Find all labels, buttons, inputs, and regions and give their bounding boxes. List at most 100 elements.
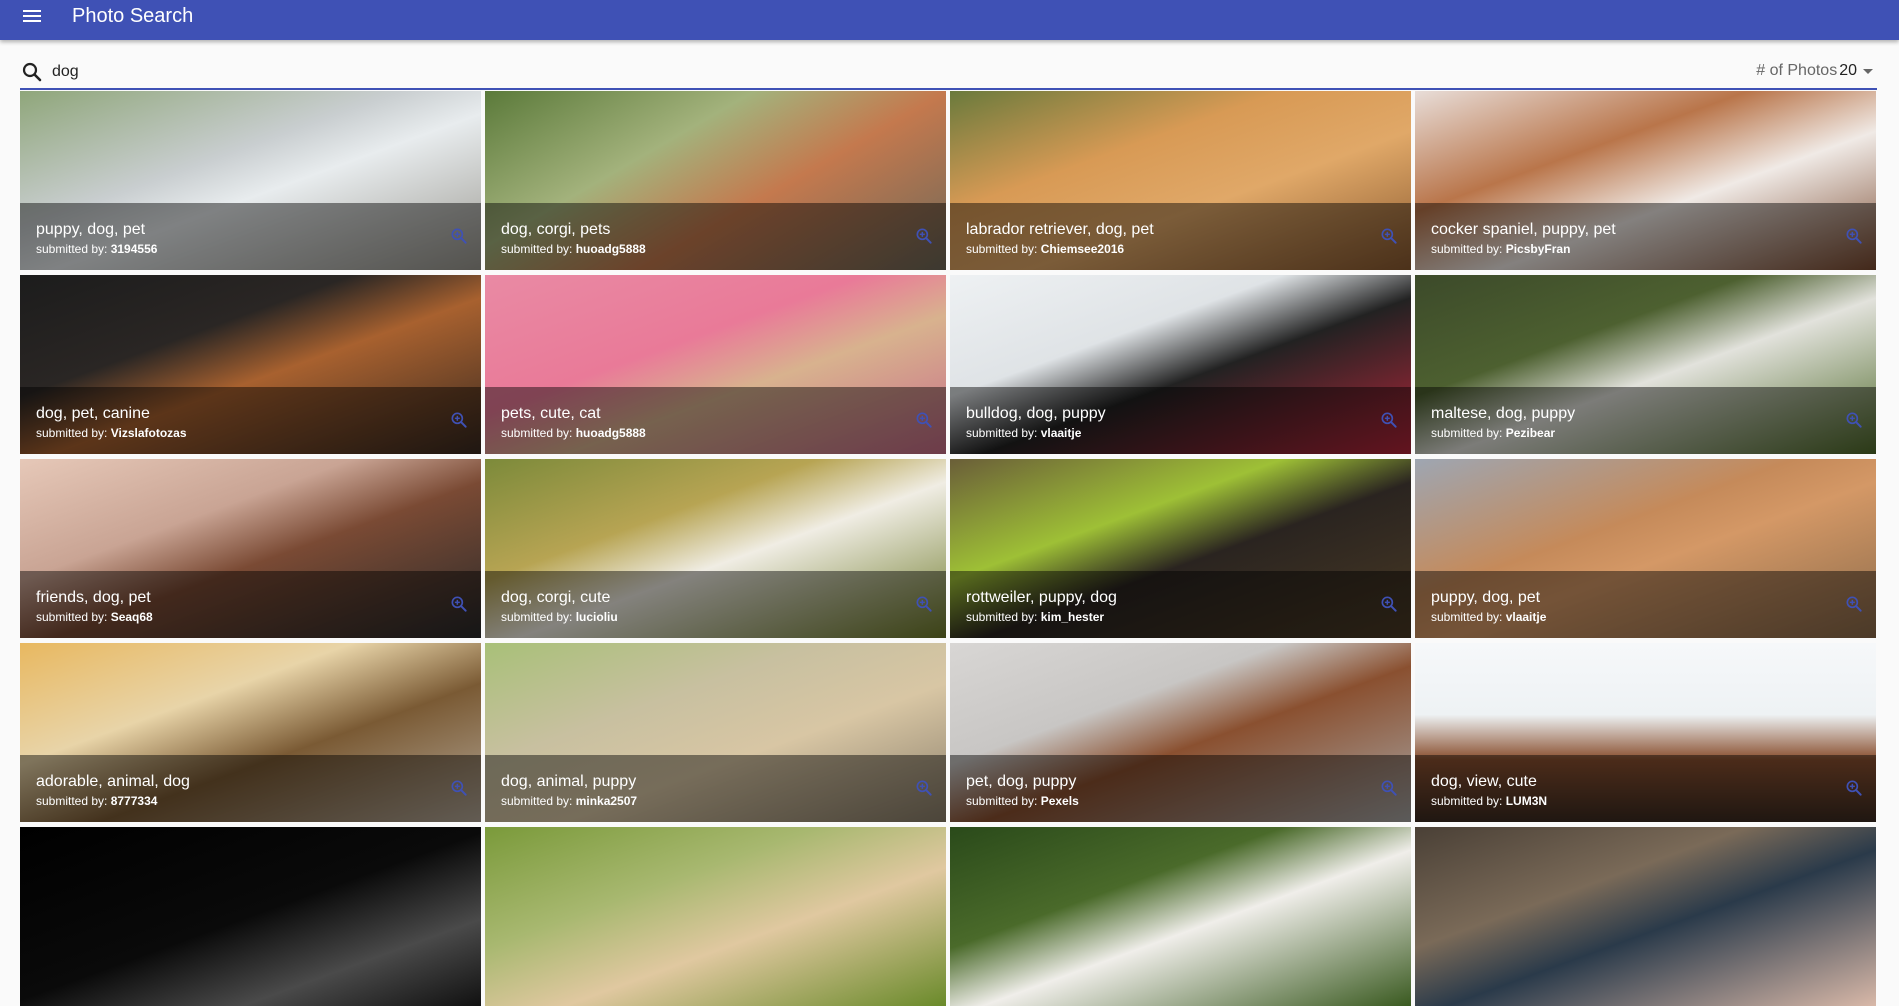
zoom-in-icon[interactable]: [914, 594, 934, 614]
photo-tags: cocker spaniel, puppy, pet: [1431, 221, 1616, 238]
photo-caption-bar: dog, animal, puppy submitted by: minka250…: [485, 755, 946, 822]
zoom-in-icon[interactable]: [449, 226, 469, 246]
photo-tile[interactable]: dog, view, cute submitted by: LUM3N: [1415, 643, 1876, 822]
photo-tags: bulldog, dog, puppy: [966, 405, 1106, 422]
photo-tile[interactable]: cocker spaniel, puppy, pet submitted by: …: [1415, 91, 1876, 270]
zoom-in-icon[interactable]: [1844, 594, 1864, 614]
photo-image: [1415, 827, 1876, 1006]
submitted-by-user: huoadg5888: [575, 426, 646, 440]
photo-image: [485, 827, 946, 1006]
app-title: Photo Search: [72, 4, 194, 27]
submitted-by-user: Pexels: [1040, 794, 1079, 808]
submitted-by-label: submitted by:: [966, 242, 1041, 256]
submitted-by-label: submitted by:: [1431, 610, 1506, 624]
photo-caption-bar: dog, corgi, pets submitted by: huoadg5888: [485, 203, 946, 270]
photo-tags: maltese, dog, puppy: [1431, 405, 1576, 422]
photo-tile[interactable]: bulldog, dog, puppy submitted by: vlaaitj…: [950, 275, 1411, 454]
photo-tags: pet, dog, puppy: [966, 773, 1077, 790]
submitted-by-user: LUM3N: [1505, 794, 1548, 808]
photo-submitted-by: submitted by: minka2507: [501, 794, 637, 808]
submitted-by-label: submitted by:: [966, 794, 1041, 808]
zoom-in-icon[interactable]: [1844, 778, 1864, 798]
photo-caption-bar: cocker spaniel, puppy, pet submitted by: …: [1415, 203, 1876, 270]
photo-caption-bar: pet, dog, puppy submitted by: Pexels: [950, 755, 1411, 822]
photo-count-select[interactable]: # of Photos 20: [1756, 62, 1873, 80]
photo-tile[interactable]: puppy, dog, pet submitted by: 3194556: [20, 91, 481, 270]
photo-tile[interactable]: adorable, animal, dog submitted by: 87773…: [20, 643, 481, 822]
zoom-in-icon[interactable]: [914, 410, 934, 430]
zoom-in-icon[interactable]: [449, 410, 469, 430]
photo-submitted-by: submitted by: kim_hester: [966, 610, 1104, 624]
photo-submitted-by: submitted by: PicsbyFran: [1431, 242, 1570, 256]
submitted-by-user: huoadg5888: [575, 242, 646, 256]
submitted-by-label: submitted by:: [36, 610, 111, 624]
submitted-by-user: Seaq68: [110, 610, 153, 624]
photo-tile[interactable]: maltese, dog, puppy submitted by: Pezibea…: [1415, 275, 1876, 454]
submitted-by-label: submitted by:: [966, 426, 1041, 440]
photo-submitted-by: submitted by: vlaaitje: [1431, 610, 1546, 624]
zoom-in-icon[interactable]: [914, 226, 934, 246]
zoom-in-icon[interactable]: [449, 778, 469, 798]
search-icon: [22, 62, 42, 82]
photo-submitted-by: submitted by: Vizslafotozas: [36, 426, 187, 440]
submitted-by-label: submitted by:: [36, 426, 111, 440]
photo-tags: rottweiler, puppy, dog: [966, 589, 1117, 606]
photo-tile[interactable]: friends, dog, pet submitted by: Seaq68: [20, 459, 481, 638]
photo-submitted-by: submitted by: huoadg5888: [501, 242, 646, 256]
photo-tile[interactable]: [950, 827, 1411, 1006]
photo-tags: friends, dog, pet: [36, 589, 151, 606]
submitted-by-user: minka2507: [575, 794, 638, 808]
submitted-by-user: PicsbyFran: [1505, 242, 1571, 256]
menu-button[interactable]: [18, 6, 46, 34]
menu-icon: [23, 10, 41, 22]
zoom-in-icon[interactable]: [1379, 778, 1399, 798]
photo-tags: puppy, dog, pet: [1431, 589, 1541, 606]
search-bar: # of Photos 20: [20, 56, 1877, 90]
photo-caption-bar: dog, corgi, cute submitted by: lucioliu: [485, 571, 946, 638]
photo-tile[interactable]: [20, 827, 481, 1006]
photo-submitted-by: submitted by: LUM3N: [1431, 794, 1547, 808]
zoom-in-icon[interactable]: [1844, 410, 1864, 430]
zoom-in-icon[interactable]: [1379, 226, 1399, 246]
photo-tags: dog, view, cute: [1431, 773, 1537, 790]
submitted-by-user: vlaaitje: [1505, 610, 1547, 624]
photo-tile[interactable]: [1415, 827, 1876, 1006]
photo-submitted-by: submitted by: Pezibear: [1431, 426, 1555, 440]
photo-submitted-by: submitted by: 3194556: [36, 242, 157, 256]
zoom-in-icon[interactable]: [1379, 410, 1399, 430]
photo-tags: dog, corgi, pets: [501, 221, 611, 238]
zoom-in-icon[interactable]: [449, 594, 469, 614]
photo-tile[interactable]: dog, animal, puppy submitted by: minka250…: [485, 643, 946, 822]
photo-tile[interactable]: pet, dog, puppy submitted by: Pexels: [950, 643, 1411, 822]
zoom-in-icon[interactable]: [914, 778, 934, 798]
search-input[interactable]: [52, 57, 1652, 87]
photo-tags: dog, corgi, cute: [501, 589, 611, 606]
photo-image: [950, 827, 1411, 1006]
photo-tile[interactable]: dog, pet, canine submitted by: Vizslafoto…: [20, 275, 481, 454]
photo-tile[interactable]: puppy, dog, pet submitted by: vlaaitje: [1415, 459, 1876, 638]
submitted-by-label: submitted by:: [501, 610, 576, 624]
submitted-by-label: submitted by:: [501, 426, 576, 440]
photo-caption-bar: rottweiler, puppy, dog submitted by: kim_…: [950, 571, 1411, 638]
submitted-by-label: submitted by:: [966, 610, 1041, 624]
photo-caption-bar: puppy, dog, pet submitted by: 3194556: [20, 203, 481, 270]
photo-tile[interactable]: dog, corgi, cute submitted by: lucioliu: [485, 459, 946, 638]
photo-submitted-by: submitted by: lucioliu: [501, 610, 618, 624]
photo-count-label: # of Photos: [1756, 62, 1838, 79]
submitted-by-user: Vizslafotozas: [110, 426, 187, 440]
photo-tile[interactable]: rottweiler, puppy, dog submitted by: kim_…: [950, 459, 1411, 638]
photo-tile[interactable]: labrador retriever, dog, pet submitted by…: [950, 91, 1411, 270]
photo-submitted-by: submitted by: 8777334: [36, 794, 157, 808]
photo-caption-bar: bulldog, dog, puppy submitted by: vlaaitj…: [950, 387, 1411, 454]
photo-tile[interactable]: [485, 827, 946, 1006]
submitted-by-user: 3194556: [110, 242, 158, 256]
photo-caption-bar: labrador retriever, dog, pet submitted by…: [950, 203, 1411, 270]
zoom-in-icon[interactable]: [1379, 594, 1399, 614]
photo-tags: pets, cute, cat: [501, 405, 601, 422]
photo-tile[interactable]: pets, cute, cat submitted by: huoadg5888: [485, 275, 946, 454]
submitted-by-label: submitted by:: [501, 242, 576, 256]
photo-submitted-by: submitted by: Seaq68: [36, 610, 153, 624]
zoom-in-icon[interactable]: [1844, 226, 1864, 246]
photo-tile[interactable]: dog, corgi, pets submitted by: huoadg5888: [485, 91, 946, 270]
photo-submitted-by: submitted by: vlaaitje: [966, 426, 1081, 440]
